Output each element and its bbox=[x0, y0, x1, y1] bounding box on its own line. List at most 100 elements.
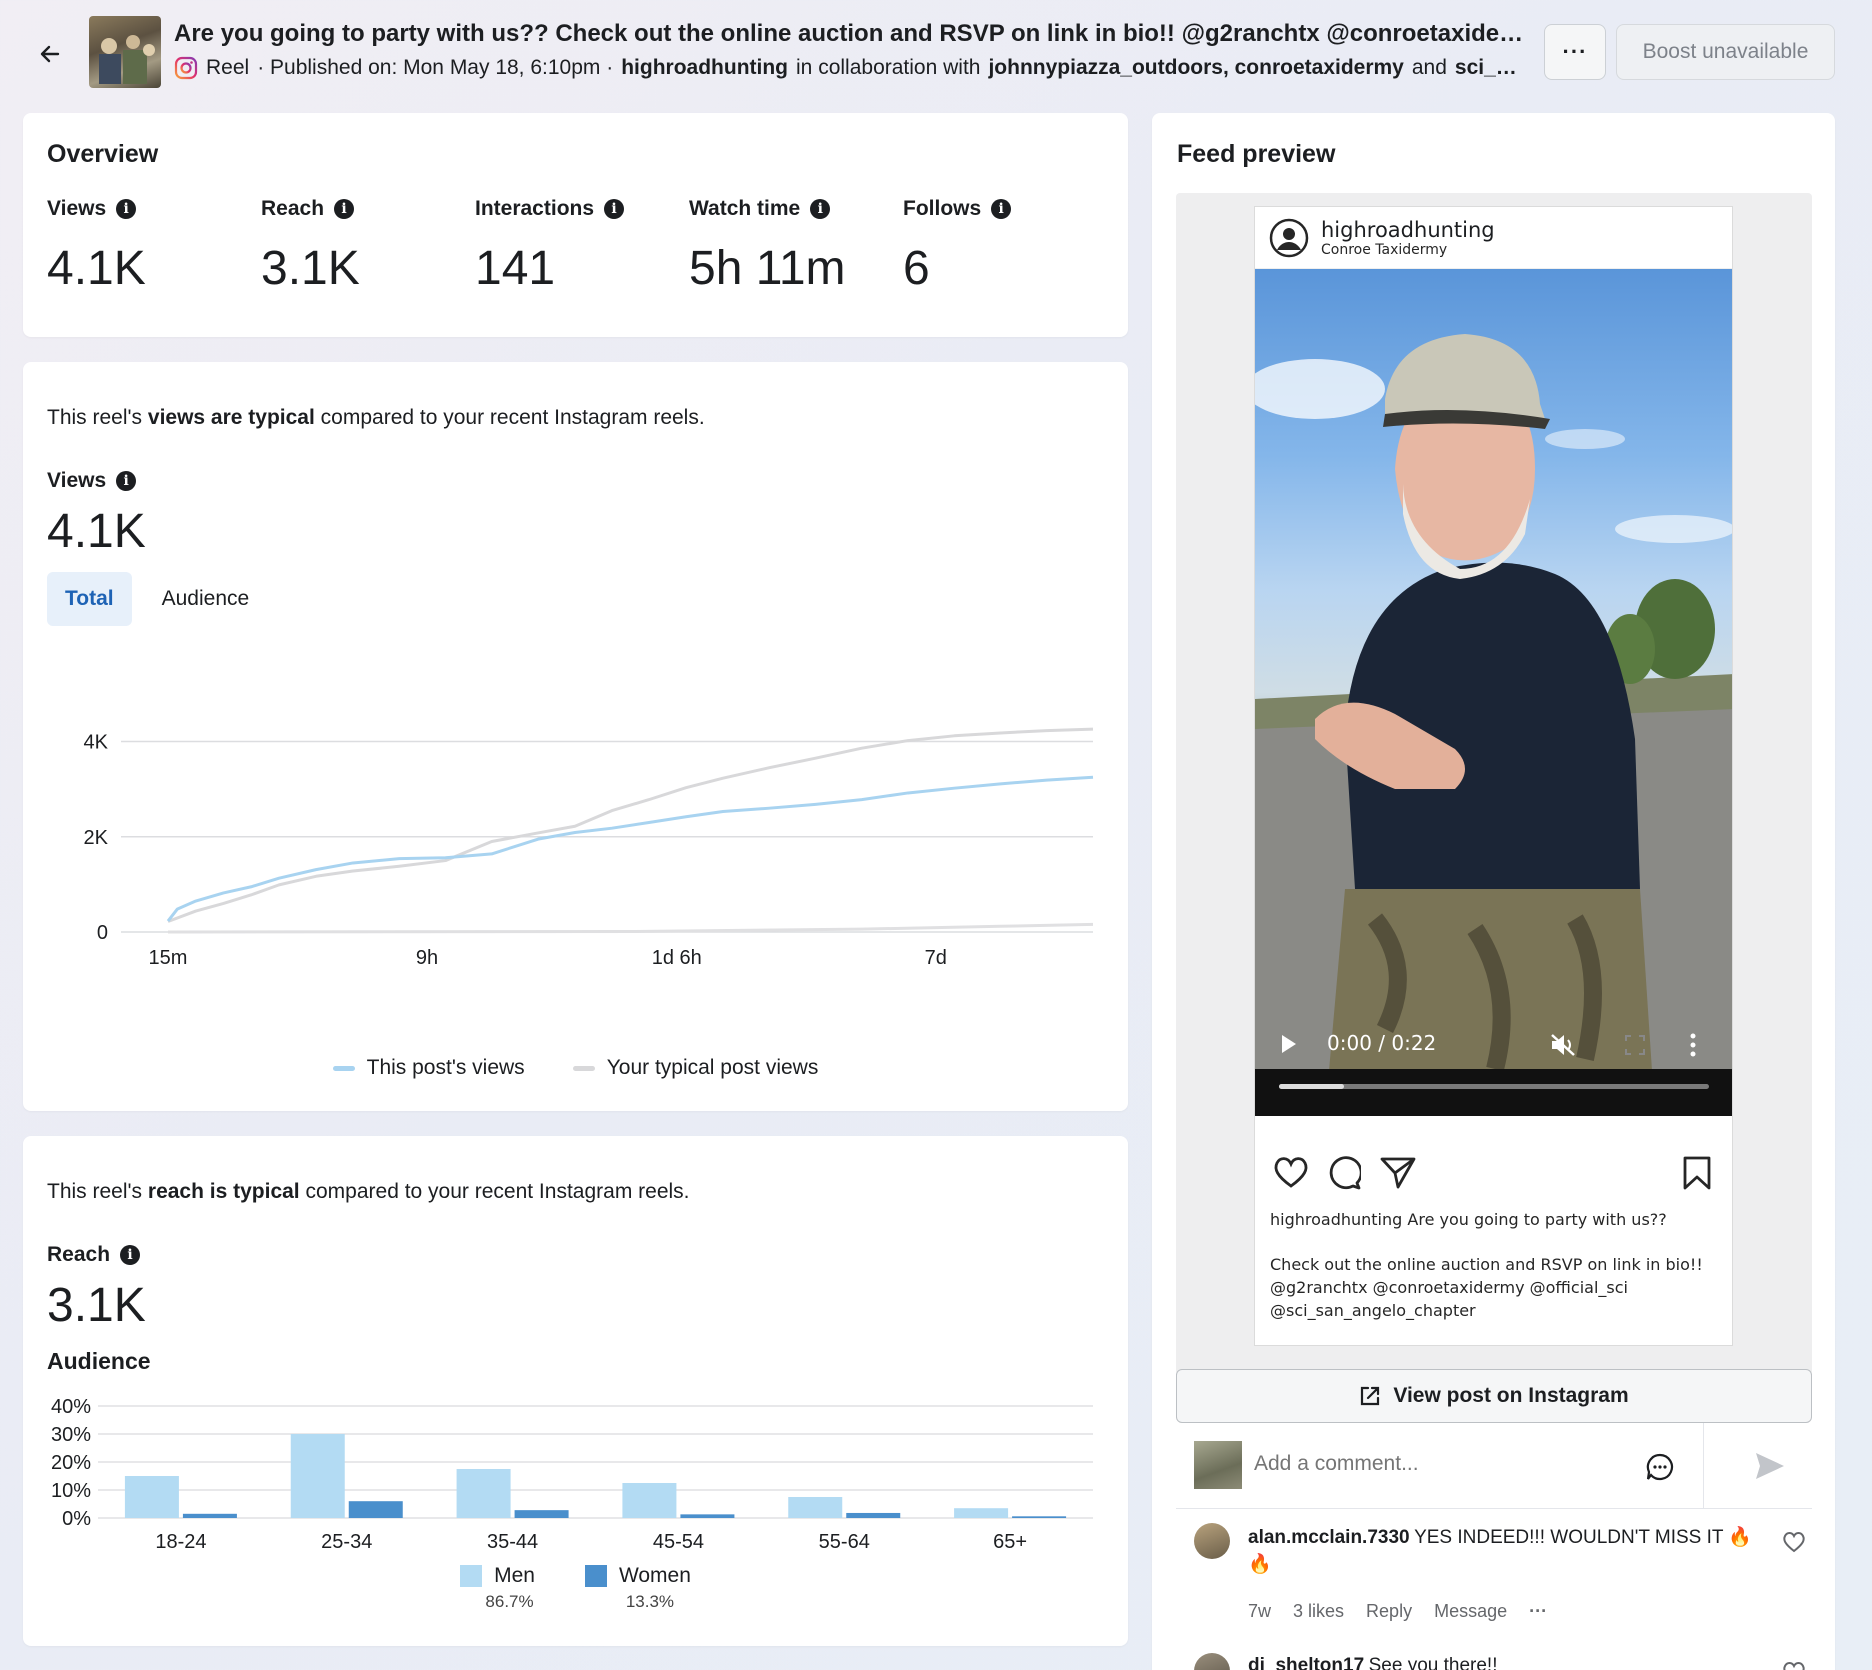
comment-username[interactable]: dj_shelton17 bbox=[1248, 1655, 1364, 1670]
comment-input[interactable] bbox=[1254, 1441, 1634, 1487]
feed-preview-title: Feed preview bbox=[1177, 140, 1336, 168]
fullscreen-icon[interactable] bbox=[1625, 1035, 1645, 1055]
metric-label: Reach bbox=[261, 197, 325, 220]
video-more-icon[interactable] bbox=[1689, 1033, 1697, 1057]
comment-age: 7w bbox=[1248, 1601, 1272, 1621]
back-arrow-icon bbox=[40, 45, 60, 63]
video-progress-fill bbox=[1279, 1084, 1344, 1089]
legend-swatch bbox=[584, 1565, 607, 1587]
comment-like-icon[interactable] bbox=[1782, 1661, 1806, 1670]
comment-meta: 7w 3 likes Reply Message ··· bbox=[1248, 1601, 1547, 1622]
note-text: This reel's bbox=[47, 1180, 143, 1203]
bar-men bbox=[622, 1483, 677, 1518]
collaborators[interactable]: johnnypiazza_outdoors, conroetaxidermy bbox=[988, 56, 1403, 80]
views-line-chart: 0 2K 4K 15m 9h 1d 6h 7d bbox=[84, 727, 1094, 969]
reach-card: This reel's reach is typical compared to… bbox=[23, 1136, 1128, 1646]
info-icon[interactable]: i bbox=[604, 199, 625, 219]
save-bookmark-icon[interactable] bbox=[1683, 1156, 1711, 1190]
note-text: compared to your recent Instagram reels. bbox=[320, 406, 705, 429]
more-options-button[interactable]: ··· bbox=[1544, 24, 1606, 80]
comment-like-icon[interactable] bbox=[1782, 1531, 1806, 1553]
boost-button: Boost unavailable bbox=[1616, 24, 1835, 80]
tab-total[interactable]: Total bbox=[47, 572, 132, 626]
note-emphasis: views are typical bbox=[147, 406, 315, 429]
series-line bbox=[166, 775, 1094, 922]
post-header: highroadhunting Conroe Taxidermy bbox=[1255, 207, 1732, 269]
caption-line: @g2ranchtx @conroetaxidermy @official_sc… bbox=[1270, 1278, 1628, 1297]
bar-women bbox=[846, 1512, 901, 1518]
bar-men bbox=[124, 1476, 179, 1518]
views-value: 4.1K bbox=[47, 505, 146, 558]
bar-women bbox=[348, 1501, 403, 1518]
metric-value: 3.1K bbox=[261, 242, 360, 295]
bar-women bbox=[182, 1513, 237, 1518]
bar-women bbox=[514, 1510, 569, 1518]
share-icon[interactable] bbox=[1380, 1156, 1416, 1190]
audience-legend: Men 86.7% Women 13.3% bbox=[23, 1564, 1128, 1612]
comment-likes[interactable]: 3 likes bbox=[1293, 1601, 1344, 1622]
note-text: compared to your recent Instagram reels. bbox=[305, 1180, 690, 1203]
info-icon[interactable]: i bbox=[116, 471, 137, 491]
x-tick-label: 55-64 bbox=[819, 1531, 870, 1553]
emoji-icon[interactable] bbox=[1646, 1453, 1674, 1481]
comment-icon[interactable] bbox=[1327, 1156, 1361, 1190]
info-icon[interactable]: i bbox=[810, 199, 831, 219]
info-icon[interactable]: i bbox=[120, 1245, 141, 1265]
post-account[interactable]: highroadhunting bbox=[621, 56, 788, 80]
overview-title: Overview bbox=[47, 140, 159, 168]
video-player[interactable]: 0:00 / 0:22 bbox=[1255, 269, 1732, 1116]
legend-label: Women bbox=[618, 1564, 691, 1587]
like-heart-icon[interactable] bbox=[1273, 1156, 1309, 1188]
y-tick-label: 40% bbox=[51, 1396, 91, 1418]
legend-men: Men 86.7% bbox=[460, 1564, 535, 1612]
play-icon[interactable] bbox=[1279, 1033, 1299, 1055]
send-icon[interactable] bbox=[1754, 1451, 1786, 1481]
audience-bar-chart: 0% 10% 20% 30% 40% 18-24 25-34 35-44 45-54 55-64 6… bbox=[51, 1396, 1093, 1553]
metric-label: Views bbox=[47, 197, 107, 220]
note-text: This reel's bbox=[47, 406, 143, 429]
reach-label: Reach i bbox=[47, 1243, 141, 1267]
video-progress-track[interactable] bbox=[1279, 1084, 1709, 1089]
caption-user[interactable]: highroadhunting bbox=[1270, 1210, 1402, 1229]
metric-value: 141 bbox=[475, 242, 556, 295]
post-type: Reel bbox=[206, 56, 250, 79]
x-tick-label: 45-54 bbox=[653, 1531, 704, 1553]
y-tick-label: 0 bbox=[97, 922, 108, 944]
commenter-avatar bbox=[1194, 1653, 1230, 1670]
post-username[interactable]: highroadhunting bbox=[1321, 218, 1495, 242]
legend-label: Men bbox=[494, 1564, 535, 1587]
comment-more-icon[interactable]: ··· bbox=[1529, 1601, 1547, 1622]
mute-icon[interactable] bbox=[1549, 1032, 1577, 1058]
bar-men bbox=[456, 1469, 511, 1518]
view-on-instagram-button[interactable]: View post on Instagram bbox=[1176, 1369, 1812, 1423]
message-button[interactable]: Message bbox=[1434, 1601, 1507, 1622]
reply-button[interactable]: Reply bbox=[1366, 1601, 1412, 1622]
metric-watch-time: Watch time i 5h 11m bbox=[689, 197, 903, 296]
comment-composer bbox=[1176, 1423, 1812, 1509]
info-icon[interactable]: i bbox=[991, 199, 1012, 219]
metric-value: 6 bbox=[903, 242, 930, 295]
video-frame bbox=[1255, 334, 1732, 1116]
metric-interactions: Interactions i 141 bbox=[475, 197, 689, 296]
more-dots-icon: ··· bbox=[1562, 39, 1588, 64]
collab-last[interactable]: sci_san_angelo_chapter bbox=[1455, 56, 1526, 80]
metric-value: 5h 11m bbox=[689, 242, 846, 295]
tab-audience[interactable]: Audience bbox=[144, 572, 268, 626]
overview-card: Overview Views i 4.1K Reach i 3.1K Interac… bbox=[23, 113, 1128, 337]
metric-label: Watch time bbox=[689, 197, 801, 220]
user-avatar bbox=[1194, 1441, 1242, 1489]
comment-username[interactable]: alan.mcclain.7330 bbox=[1248, 1527, 1410, 1548]
video-time: 0:00 / 0:22 bbox=[1327, 1031, 1437, 1055]
caption-line: Are you going to party with us?? bbox=[1407, 1210, 1667, 1229]
y-tick-label: 10% bbox=[51, 1480, 91, 1502]
info-icon[interactable]: i bbox=[334, 199, 355, 219]
views-tabs: Total Audience bbox=[47, 572, 267, 626]
legend-pct: 13.3% bbox=[625, 1592, 675, 1611]
post-location[interactable]: Conroe Taxidermy bbox=[1321, 242, 1495, 258]
back-button[interactable] bbox=[30, 34, 70, 74]
x-tick-label: 9h bbox=[416, 947, 438, 969]
collab-prefix: in collaboration with bbox=[796, 56, 981, 79]
info-icon[interactable]: i bbox=[116, 199, 137, 219]
legend-swatch bbox=[572, 1065, 595, 1071]
x-tick-label: 65+ bbox=[993, 1531, 1027, 1553]
